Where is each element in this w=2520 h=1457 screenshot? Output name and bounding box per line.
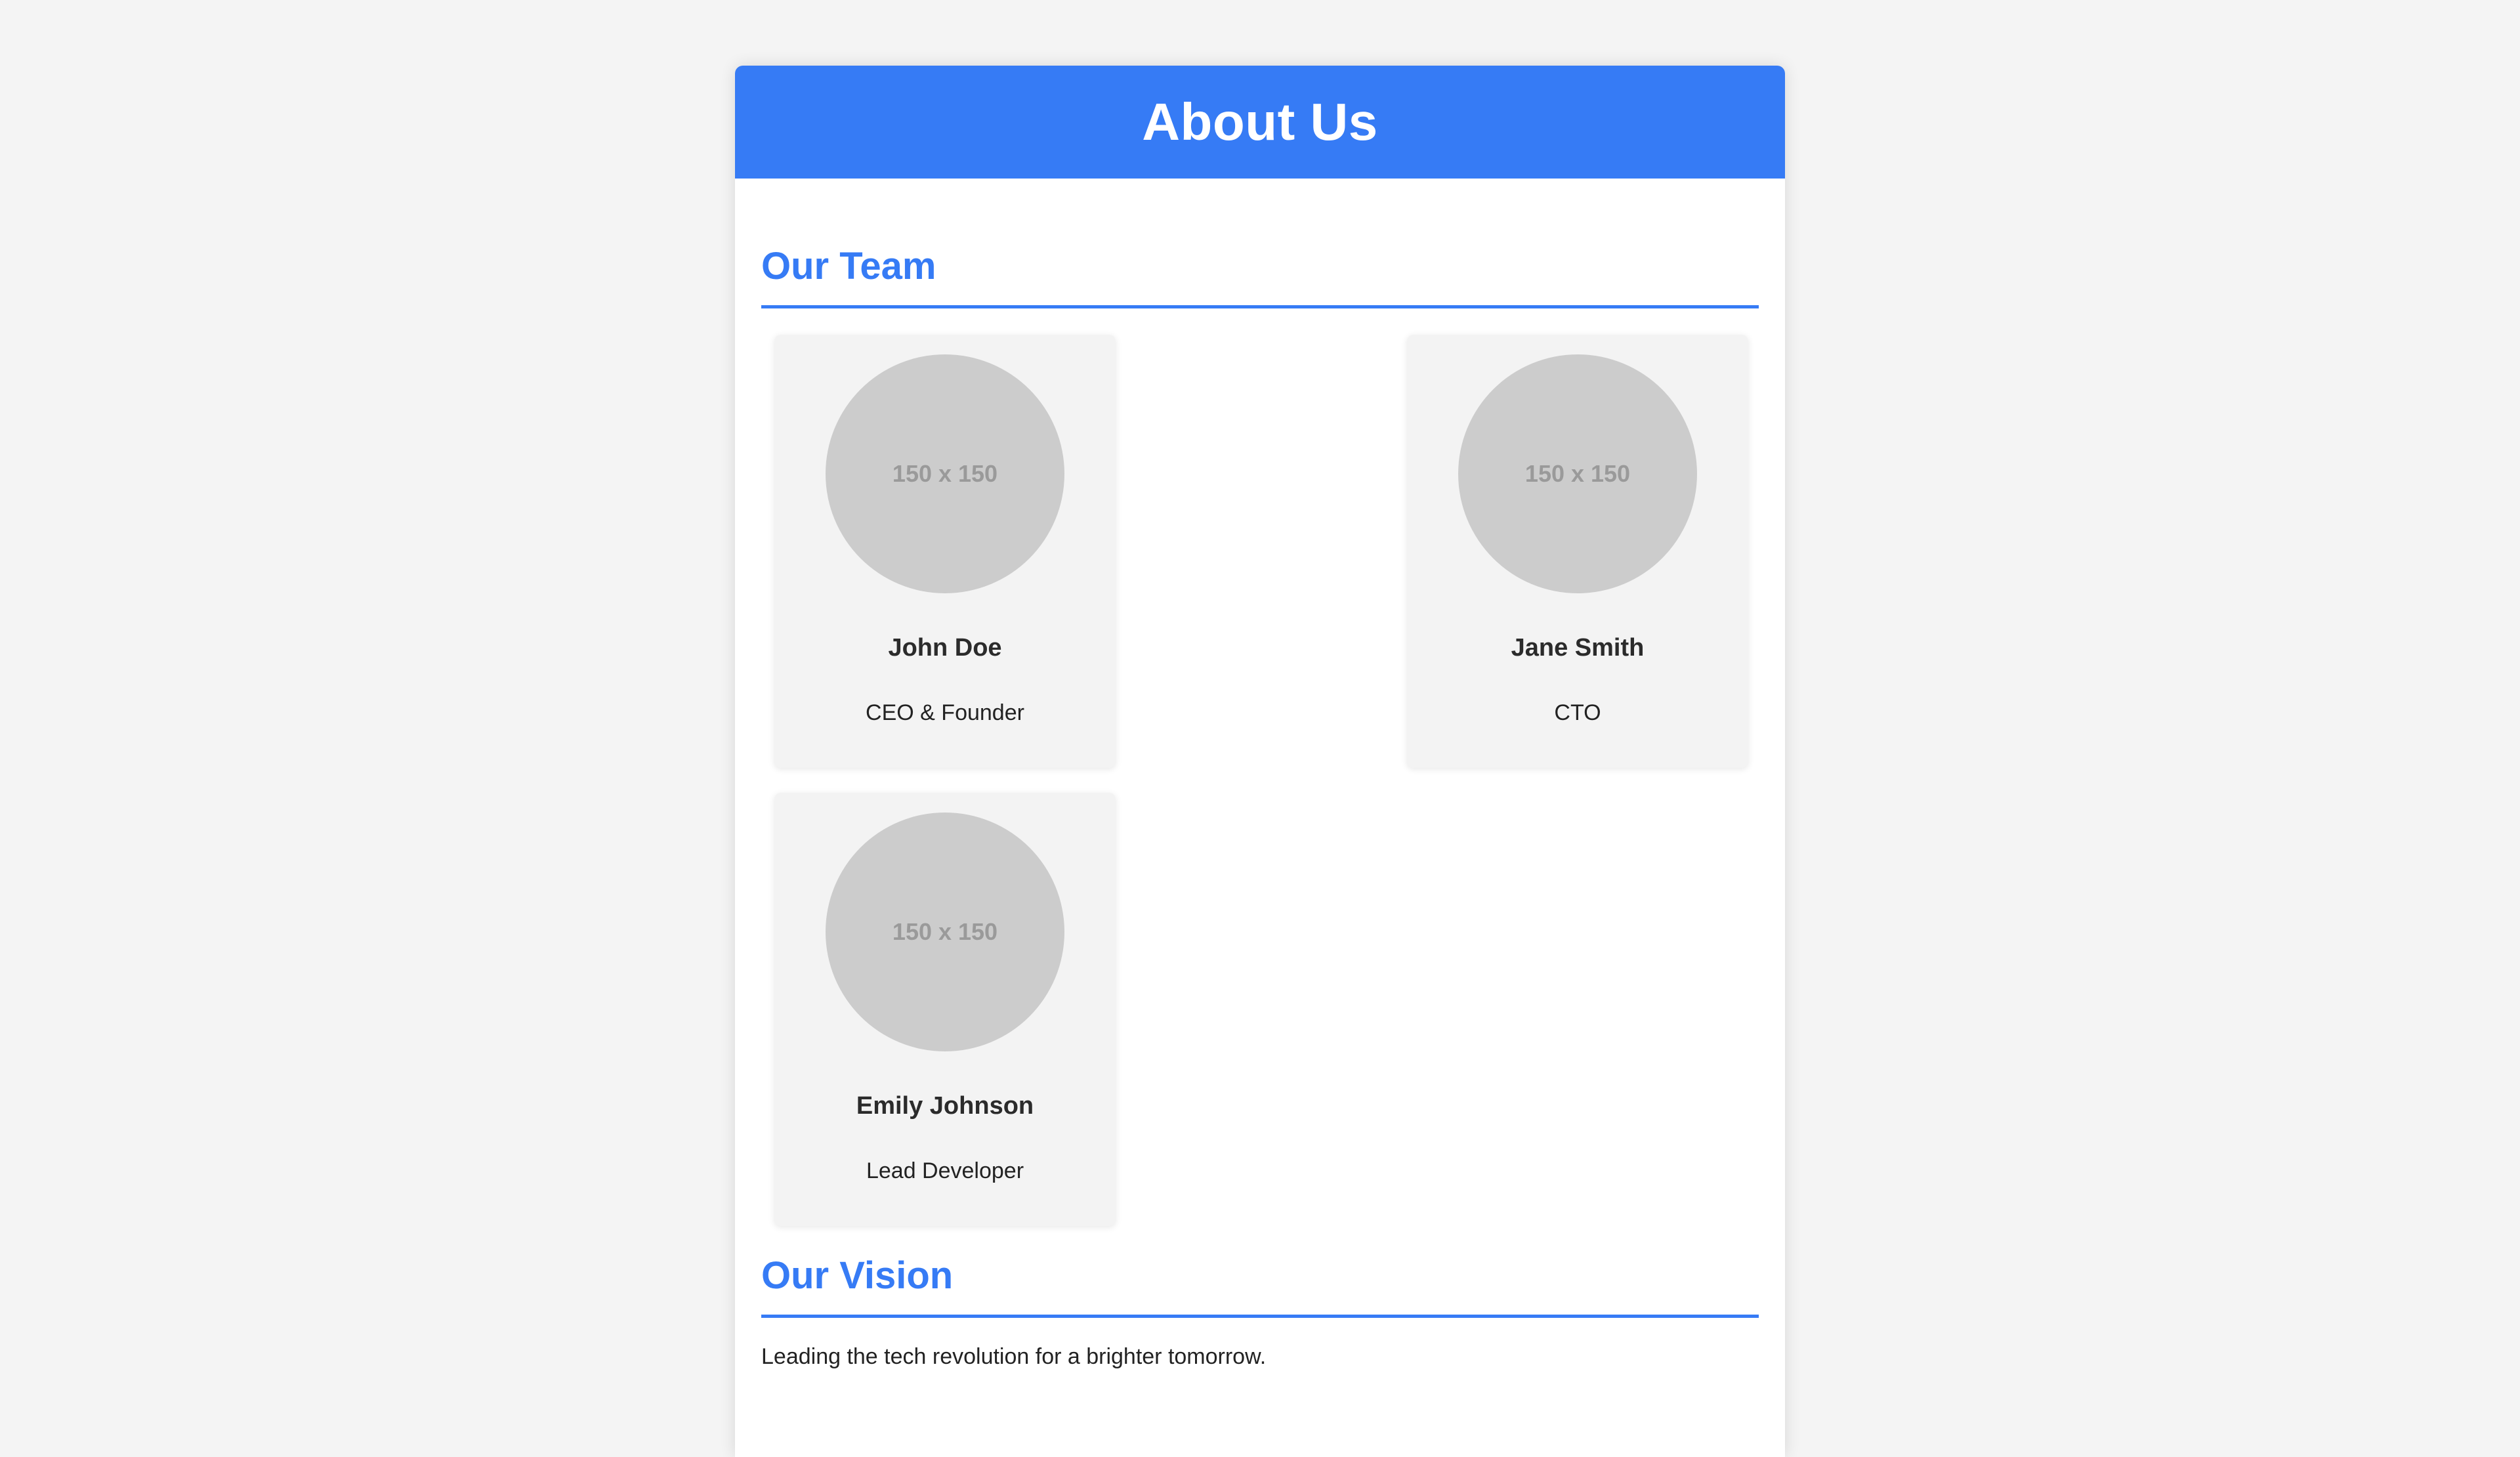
page-title: About Us: [1142, 93, 1378, 151]
member-role: CTO: [1554, 700, 1601, 725]
team-member-card: 150 x 150 Jane Smith CTO: [1407, 335, 1748, 768]
avatar: 150 x 150: [1458, 354, 1697, 593]
page-content: Our Team 150 x 150 John Doe CEO & Founde…: [735, 244, 1785, 1370]
vision-text: Leading the tech revolution for a bright…: [761, 1344, 1267, 1369]
team-member-card: 150 x 150 John Doe CEO & Founder: [774, 335, 1116, 768]
team-member-card: 150 x 150 Emily Johnson Lead Developer: [774, 793, 1116, 1226]
vision-section-title: Our Vision: [761, 1254, 1759, 1318]
avatar-placeholder-text: 150 x 150: [892, 918, 998, 945]
avatar: 150 x 150: [826, 813, 1064, 1051]
member-name: Jane Smith: [1511, 634, 1645, 662]
avatar-placeholder-text: 150 x 150: [1524, 460, 1631, 487]
page-header: About Us: [735, 66, 1785, 179]
member-role: Lead Developer: [866, 1158, 1024, 1183]
member-name: Emily Johnson: [856, 1092, 1034, 1120]
avatar-placeholder-text: 150 x 150: [892, 460, 998, 487]
about-page-container: About Us Our Team 150 x 150 John Doe CEO…: [735, 66, 1785, 1457]
member-role: CEO & Founder: [866, 700, 1024, 725]
member-name: John Doe: [888, 634, 1002, 662]
team-section-title: Our Team: [761, 244, 1759, 308]
avatar: 150 x 150: [826, 354, 1064, 593]
team-grid: 150 x 150 John Doe CEO & Founder 150 x 1…: [761, 308, 1759, 1234]
